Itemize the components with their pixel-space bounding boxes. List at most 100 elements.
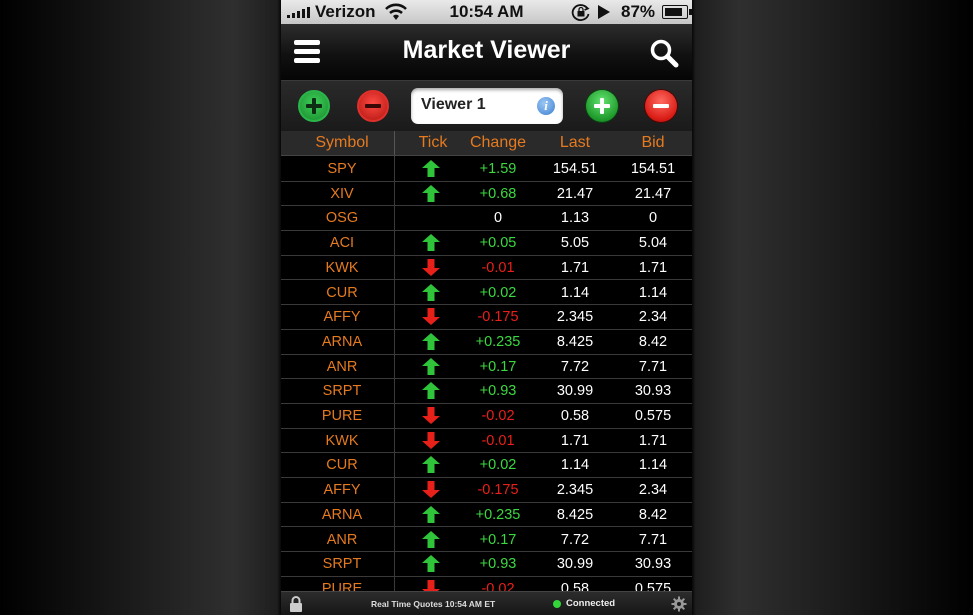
bid-price-cell: 2.34	[638, 482, 668, 499]
last-price-cell: 1.13	[560, 210, 590, 227]
app-screen: Verizon 10:54 AM 87% Market Viewer Viewe…	[281, 0, 692, 615]
table-row[interactable]: AFFY -0.175 2.345 2.34	[281, 477, 692, 503]
connection-status: Connected	[566, 598, 616, 609]
gear-icon[interactable]	[671, 596, 687, 612]
table-row[interactable]: PURE -0.02 0.58 0.575	[281, 575, 692, 591]
add-viewer-button[interactable]	[586, 90, 618, 122]
status-bar: Verizon 10:54 AM 87%	[281, 0, 692, 24]
symbol-cell: PURE	[321, 408, 363, 424]
last-price-cell: 1.71	[560, 259, 590, 276]
tick-up-arrow-icon	[422, 382, 440, 400]
bid-price-cell: 0.575	[634, 580, 672, 591]
quotes-table: SPY +1.59 154.51 154.51 XIV +0.68 21.47 21.47 OS…	[281, 156, 692, 591]
table-row[interactable]: XIV +0.68 21.47 21.47	[281, 180, 692, 207]
last-price-cell: 1.14	[560, 284, 590, 301]
bid-price-cell: 1.71	[638, 259, 668, 276]
table-row[interactable]: KWK -0.01 1.71 1.71	[281, 254, 692, 281]
symbol-cell: CUR	[326, 457, 358, 474]
table-row[interactable]: ANR +0.17 7.72 7.71	[281, 353, 692, 380]
table-row[interactable]: ANR +0.17 7.72 7.71	[281, 526, 692, 553]
search-icon[interactable]	[649, 38, 679, 68]
tick-up-arrow-icon	[422, 456, 440, 474]
column-header-last[interactable]: Last	[530, 134, 620, 152]
symbol-cell: KWK	[325, 432, 359, 449]
bid-price-cell: 2.34	[638, 309, 668, 326]
table-row[interactable]: OSG 0 1.13 0	[281, 205, 692, 232]
symbol-cell: ANR	[326, 358, 358, 375]
battery-percent: 87%	[621, 2, 656, 21]
bid-price-cell: 0	[648, 210, 658, 227]
table-row[interactable]: PURE -0.02 0.58 0.575	[281, 403, 692, 429]
symbol-cell: ARNA	[321, 506, 363, 523]
bid-price-cell: 7.71	[638, 531, 668, 548]
symbol-cell: ANR	[326, 531, 358, 548]
symbol-cell: PURE	[321, 580, 363, 591]
tick-up-arrow-icon	[422, 530, 440, 548]
table-row[interactable]: CUR +0.02 1.14 1.14	[281, 452, 692, 479]
tick-down-arrow-icon	[422, 579, 440, 591]
table-row[interactable]: SRPT +0.93 30.99 30.93	[281, 551, 692, 577]
table-row[interactable]: ARNA +0.235 8.425 8.42	[281, 501, 692, 528]
page-title: Market Viewer	[402, 36, 571, 64]
bid-price-cell: 7.71	[638, 358, 668, 375]
lock-icon[interactable]	[289, 596, 303, 612]
tick-down-arrow-icon	[422, 308, 440, 326]
bid-price-cell: 8.42	[638, 333, 668, 350]
hamburger-menu-icon[interactable]	[294, 40, 320, 66]
last-price-cell: 2.345	[556, 482, 594, 499]
last-price-cell: 30.99	[556, 556, 594, 573]
bid-price-cell: 1.71	[638, 432, 668, 449]
table-row[interactable]: ACI +0.05 5.05 5.04	[281, 230, 692, 256]
table-row[interactable]: AFFY -0.175 2.345 2.34	[281, 304, 692, 330]
viewer-name-field[interactable]: Viewer 1 i	[411, 88, 563, 124]
table-header: Symbol Tick Change Last Bid	[281, 131, 692, 156]
bid-price-cell: 21.47	[634, 185, 672, 202]
bid-price-cell: 1.14	[638, 457, 668, 474]
viewer-toolbar: Viewer 1 i	[281, 81, 692, 131]
table-row[interactable]: ARNA +0.235 8.425 8.42	[281, 328, 692, 355]
column-header-bid[interactable]: Bid	[608, 134, 692, 152]
bid-price-cell: 30.93	[634, 383, 672, 400]
last-price-cell: 7.72	[560, 531, 590, 548]
bid-price-cell: 5.04	[638, 235, 668, 252]
real-time-quotes-label: Real Time Quotes 10:54 AM ET	[371, 599, 496, 609]
tick-up-arrow-icon	[422, 283, 440, 301]
column-header-symbol[interactable]: Symbol	[297, 134, 387, 152]
tick-down-arrow-icon	[422, 481, 440, 499]
table-row[interactable]: SPY +1.59 154.51 154.51	[281, 156, 692, 182]
remove-symbol-button[interactable]	[357, 90, 389, 122]
add-symbol-button[interactable]	[298, 90, 330, 122]
table-row[interactable]: CUR +0.02 1.14 1.14	[281, 279, 692, 306]
symbol-cell: CUR	[326, 284, 358, 301]
last-price-cell: 0.58	[560, 408, 590, 424]
bid-price-cell: 154.51	[630, 161, 676, 177]
last-price-cell: 1.71	[560, 432, 590, 449]
symbol-cell: AFFY	[323, 309, 361, 326]
remove-viewer-button[interactable]	[645, 90, 677, 122]
bid-price-cell: 1.14	[638, 284, 668, 301]
table-row[interactable]: SRPT +0.93 30.99 30.93	[281, 378, 692, 404]
bid-price-cell: 30.93	[634, 556, 672, 573]
bid-price-cell: 0.575	[634, 408, 672, 424]
info-icon[interactable]: i	[537, 97, 555, 115]
bid-price-cell: 8.42	[638, 506, 668, 523]
last-price-cell: 8.425	[556, 506, 594, 523]
nav-bar: Market Viewer	[281, 24, 692, 81]
battery-icon	[662, 5, 692, 19]
last-price-cell: 5.05	[560, 235, 590, 252]
tick-up-arrow-icon	[422, 160, 440, 177]
tick-down-arrow-icon	[422, 431, 440, 449]
symbol-cell: KWK	[325, 259, 359, 276]
rotation-lock-icon	[571, 4, 590, 21]
symbol-cell: AFFY	[323, 482, 361, 499]
symbol-cell: SPY	[327, 161, 357, 177]
last-price-cell: 30.99	[556, 383, 594, 400]
table-row[interactable]: KWK -0.01 1.71 1.71	[281, 427, 692, 454]
last-price-cell: 154.51	[552, 161, 598, 177]
last-price-cell: 1.14	[560, 457, 590, 474]
symbol-cell: ARNA	[321, 333, 363, 350]
last-price-cell: 0.58	[560, 580, 590, 591]
tick-up-arrow-icon	[422, 234, 440, 252]
tick-up-arrow-icon	[422, 332, 440, 350]
tick-down-arrow-icon	[422, 258, 440, 276]
